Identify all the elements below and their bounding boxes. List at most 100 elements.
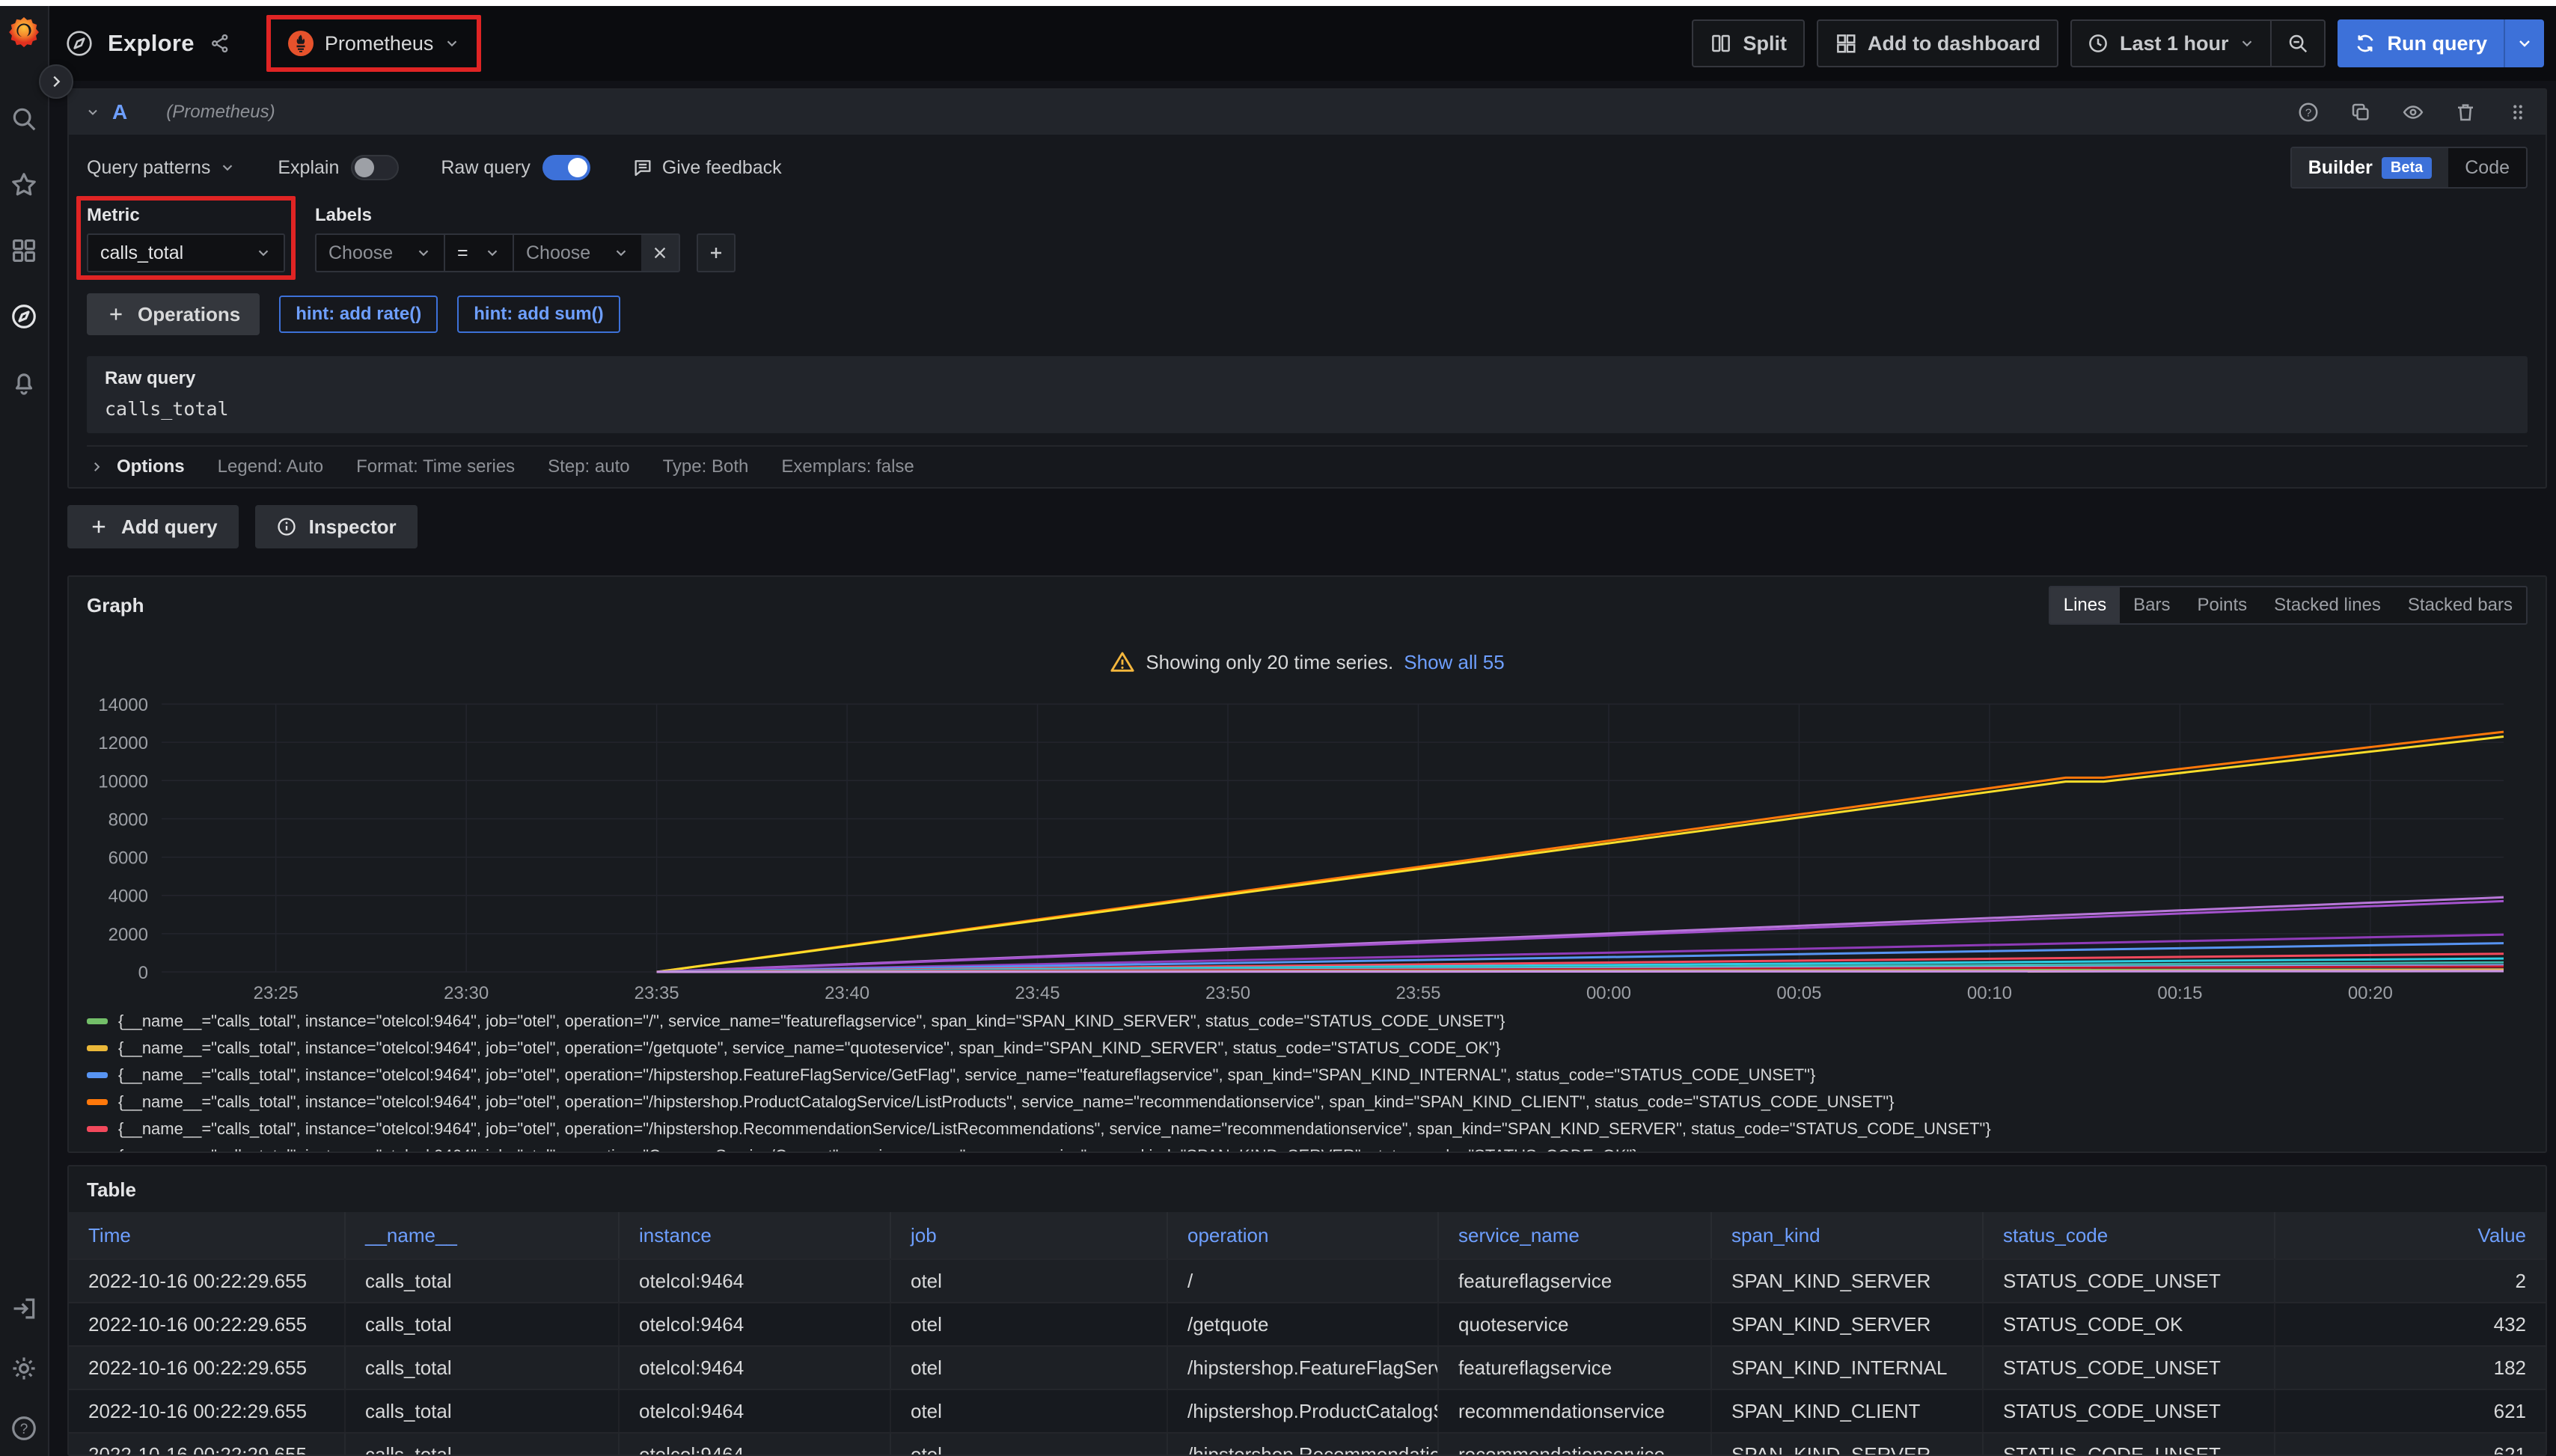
table-cell: SPAN_KIND_SERVER [1710, 1260, 1982, 1302]
table-column-header[interactable]: service_name [1437, 1212, 1710, 1258]
x-axis-tick-label: 00:05 [1776, 983, 1821, 1002]
y-axis-tick-label: 8000 [108, 810, 148, 830]
run-query-dropdown[interactable] [2504, 19, 2544, 67]
raw-query-toggle[interactable] [542, 155, 590, 180]
table-column-header[interactable]: job [890, 1212, 1167, 1258]
graph-mode-bars[interactable]: Bars [2120, 587, 2183, 623]
label-operator-select[interactable]: = [444, 233, 513, 272]
help-icon[interactable]: ? [10, 1414, 38, 1443]
time-range-button[interactable]: Last 1 hour [2072, 21, 2271, 66]
code-mode-tab[interactable]: Code [2448, 148, 2526, 187]
table-cell: otelcol:9464 [618, 1434, 890, 1456]
explore-compass-icon[interactable] [10, 302, 38, 331]
graph-canvas[interactable]: 0200040006000800010000120001400023:2523:… [87, 694, 2531, 1002]
legend-series-label: {__name__="calls_total", instance="otelc… [118, 1146, 1638, 1153]
query-help-icon[interactable]: ? [2297, 101, 2320, 123]
duplicate-query-icon[interactable] [2349, 101, 2372, 123]
sidebar-expand-button[interactable] [39, 64, 73, 99]
collapse-chevron-icon[interactable] [85, 105, 100, 120]
legend-item[interactable]: {__name__="calls_total", instance="otelc… [87, 1143, 2528, 1153]
share-icon[interactable] [210, 33, 230, 54]
graph-mode-points[interactable]: Points [2183, 587, 2260, 623]
grafana-logo-icon[interactable] [7, 15, 41, 49]
drag-handle-icon[interactable] [2507, 101, 2529, 123]
add-to-dashboard-button[interactable]: Add to dashboard [1817, 19, 2058, 67]
dashboards-icon[interactable] [10, 236, 38, 265]
remove-query-trash-icon[interactable] [2454, 101, 2477, 123]
table-cell: featureflagservice [1437, 1260, 1710, 1302]
show-all-series-link[interactable]: Show all 55 [1404, 651, 1504, 674]
sign-in-icon[interactable] [10, 1294, 38, 1323]
options-summary-row[interactable]: Options Legend: Auto Format: Time series… [87, 445, 2528, 487]
legend-series-label: {__name__="calls_total", instance="otelc… [118, 1092, 1895, 1112]
table-column-header[interactable]: instance [618, 1212, 890, 1258]
legend-item[interactable]: {__name__="calls_total", instance="otelc… [87, 1008, 2528, 1035]
metric-labels-row: Metric calls_total Labels Choose [87, 205, 2528, 272]
graph-mode-stacked-bars[interactable]: Stacked bars [2394, 587, 2526, 623]
graph-mode-stacked-lines[interactable]: Stacked lines [2260, 587, 2394, 623]
starred-icon[interactable] [10, 171, 38, 199]
hint-add-sum-button[interactable]: hint: add sum() [457, 296, 620, 333]
builder-mode-tab[interactable]: Builder Beta [2292, 148, 2448, 187]
table-column-header[interactable]: Time [69, 1212, 344, 1258]
operations-row: Operations hint: add rate() hint: add su… [87, 293, 2528, 335]
chevron-right-icon [90, 460, 103, 474]
table-column-header[interactable]: status_code [1982, 1212, 2274, 1258]
legend-item[interactable]: {__name__="calls_total", instance="otelc… [87, 1035, 2528, 1062]
metric-field-group: Metric calls_total [87, 205, 285, 272]
give-feedback-label: Give feedback [662, 157, 782, 179]
table-cell: / [1167, 1260, 1437, 1302]
table-cell: /hipstershop.FeatureFlagServi... [1167, 1347, 1437, 1389]
query-row-header[interactable]: A (Prometheus) ? [69, 90, 2546, 135]
split-button[interactable]: Split [1692, 19, 1805, 67]
table-cell: /hipstershop.ProductCatalogS... [1167, 1390, 1437, 1432]
datasource-picker[interactable]: Prometheus [271, 18, 477, 69]
legend-series-label: {__name__="calls_total", instance="otelc… [118, 1065, 1815, 1085]
zoom-out-button[interactable] [2270, 21, 2324, 66]
table-column-header[interactable]: __name__ [344, 1212, 618, 1258]
label-value-select[interactable]: Choose [513, 233, 641, 272]
inspector-button[interactable]: Inspector [255, 505, 418, 548]
graph-mode-lines[interactable]: Lines [2050, 587, 2120, 623]
hide-response-eye-icon[interactable] [2402, 101, 2424, 123]
top-navbar: Explore Prometheus Split [49, 6, 2556, 81]
legend-item[interactable]: {__name__="calls_total", instance="otelc… [87, 1116, 2528, 1143]
chevron-right-icon [48, 73, 64, 90]
time-range-label: Last 1 hour [2120, 32, 2229, 55]
chevron-down-icon [415, 245, 432, 261]
table-cell: 2022-10-16 00:22:29.655 [69, 1347, 344, 1389]
add-query-button[interactable]: Add query [67, 505, 239, 548]
beta-badge: Beta [2382, 157, 2432, 179]
table-cell: otelcol:9464 [618, 1390, 890, 1432]
datasource-name: Prometheus [325, 32, 434, 55]
explain-toggle[interactable] [351, 155, 399, 180]
run-query-button[interactable]: Run query [2338, 19, 2504, 67]
remove-label-filter-button[interactable] [641, 233, 680, 272]
alerting-bell-icon[interactable] [10, 368, 38, 397]
legend-item[interactable]: {__name__="calls_total", instance="otelc… [87, 1062, 2528, 1089]
settings-gear-icon[interactable] [10, 1354, 38, 1383]
hint-add-rate-button[interactable]: hint: add rate() [279, 296, 438, 333]
x-axis-tick-label: 00:00 [1586, 983, 1631, 1002]
add-label-filter-button[interactable] [697, 233, 736, 272]
table-column-header[interactable]: operation [1167, 1212, 1437, 1258]
give-feedback-link[interactable]: Give feedback [632, 157, 782, 179]
query-patterns-dropdown[interactable]: Query patterns [87, 157, 236, 179]
label-key-select[interactable]: Choose [315, 233, 444, 272]
legend-item[interactable]: {__name__="calls_total", instance="otelc… [87, 1089, 2528, 1116]
label-operator-value: = [457, 242, 468, 264]
table-cell: STATUS_CODE_UNSET [1982, 1434, 2274, 1456]
option-type: Type: Both [663, 456, 749, 477]
time-picker-group: Last 1 hour [2070, 19, 2326, 67]
table-cell: calls_total [344, 1390, 618, 1432]
add-operations-button[interactable]: Operations [87, 293, 260, 335]
search-icon[interactable] [10, 105, 38, 133]
series-limit-warning: Showing only 20 time series. Show all 55 [87, 647, 2528, 677]
labels-label: Labels [315, 205, 736, 226]
table-column-header[interactable]: Value [2274, 1212, 2546, 1258]
x-axis-tick-label: 23:30 [444, 983, 489, 1002]
code-label: Code [2465, 157, 2510, 179]
table-column-header[interactable]: span_kind [1710, 1212, 1982, 1258]
table-panel: Table Time__name__instancejoboperationse… [67, 1165, 2547, 1456]
metric-select[interactable]: calls_total [87, 233, 285, 272]
